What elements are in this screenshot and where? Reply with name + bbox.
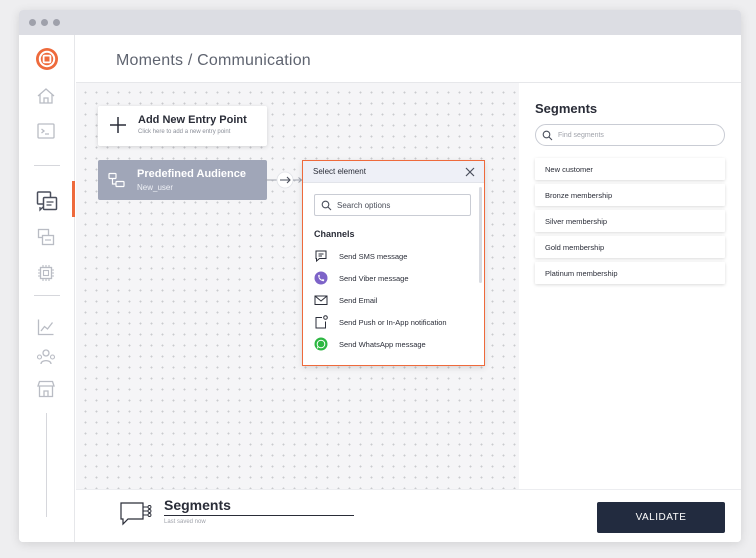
sidebar-divider [34, 295, 60, 296]
close-icon[interactable] [465, 167, 475, 177]
predefined-audience-node[interactable]: Predefined Audience New_user [98, 160, 267, 200]
channel-item-whatsapp[interactable]: Send WhatsApp message [303, 335, 478, 353]
search-icon [542, 130, 553, 141]
window-titlebar [19, 10, 741, 35]
viber-icon [314, 271, 328, 285]
channel-label: Send WhatsApp message [339, 340, 426, 349]
logo-icon[interactable] [35, 47, 59, 71]
window-dot-icon [29, 19, 36, 26]
home-icon[interactable] [35, 85, 57, 107]
segment-label: New customer [545, 165, 593, 174]
add-entry-point-card[interactable]: Add New Entry Point Click here to add a … [98, 106, 267, 146]
terminal-icon[interactable] [35, 120, 57, 142]
sidebar-divider [34, 165, 60, 166]
channel-item-viber[interactable]: Send Viber message [303, 269, 478, 287]
connector-arrow-icon [265, 171, 303, 189]
segments-icon [120, 502, 152, 526]
segments-search-input[interactable]: Find segments [535, 124, 725, 146]
segment-item[interactable]: Gold membership [535, 236, 725, 258]
popup-header: Select element [303, 161, 484, 183]
app-window: Moments / Communication Add New Entry Po… [19, 10, 741, 542]
validate-button[interactable]: VALIDATE [597, 502, 725, 533]
channel-label: Send SMS message [339, 252, 408, 261]
audience-subtitle: New_user [137, 183, 174, 192]
push-notification-icon [315, 315, 328, 329]
channel-item-push[interactable]: Send Push or In-App notification [303, 313, 478, 331]
segment-label: Bronze membership [545, 191, 613, 200]
search-icon [321, 200, 332, 211]
channel-label: Send Email [339, 296, 378, 305]
entry-point-title: Add New Entry Point [138, 114, 247, 126]
segment-label: Platinum membership [545, 269, 618, 278]
segment-label: Silver membership [545, 217, 608, 226]
breadcrumb: Moments / Communication [116, 52, 311, 69]
segment-item[interactable]: Bronze membership [535, 184, 725, 206]
automation-icon[interactable] [35, 262, 57, 284]
segments-panel-title: Segments [535, 101, 598, 116]
moments-icon[interactable] [35, 189, 59, 213]
channel-item-sms[interactable]: Send SMS message [303, 247, 478, 265]
sidebar-scrollbar[interactable] [46, 413, 47, 517]
window-dot-icon [53, 19, 60, 26]
search-placeholder: Search options [337, 201, 391, 210]
segment-item[interactable]: Platinum membership [535, 262, 725, 284]
flow-canvas[interactable]: Add New Entry Point Click here to add a … [76, 83, 519, 489]
flow-title[interactable]: Segments [164, 497, 231, 513]
popup-title: Select element [313, 167, 366, 176]
audience-icon [108, 172, 125, 188]
page-header: Moments / Communication [76, 35, 741, 83]
channels-section-label: Channels [314, 229, 355, 239]
segment-label: Gold membership [545, 243, 605, 252]
segment-item[interactable]: Silver membership [535, 210, 725, 232]
whatsapp-icon [314, 337, 328, 351]
segments-search-placeholder: Find segments [558, 132, 604, 139]
window-dot-icon [41, 19, 48, 26]
bottom-bar: Segments Last saved now VALIDATE [76, 489, 741, 542]
channel-item-email[interactable]: Send Email [303, 291, 478, 309]
channel-label: Send Viber message [339, 274, 409, 283]
select-element-popup: Select element Search options Channels S… [302, 160, 485, 366]
analytics-icon[interactable] [35, 316, 57, 338]
email-icon [314, 295, 328, 305]
sidebar [19, 35, 75, 542]
audience-title: Predefined Audience [137, 168, 247, 180]
store-icon[interactable] [35, 378, 57, 400]
segment-item[interactable]: New customer [535, 158, 725, 180]
sidebar-active-indicator [72, 181, 75, 217]
last-saved-status: Last saved now [164, 519, 206, 525]
options-search-input[interactable]: Search options [314, 194, 471, 216]
flow-title-underline [164, 515, 354, 516]
channel-label: Send Push or In-App notification [339, 318, 447, 327]
people-icon[interactable] [35, 346, 57, 368]
templates-icon[interactable] [35, 226, 57, 248]
popup-scrollbar[interactable] [479, 187, 482, 283]
segments-panel: Segments Find segments New customer Bron… [519, 83, 741, 489]
sms-icon [315, 250, 327, 263]
entry-point-subtitle: Click here to add a new entry point [138, 129, 231, 135]
plus-icon [110, 117, 126, 133]
